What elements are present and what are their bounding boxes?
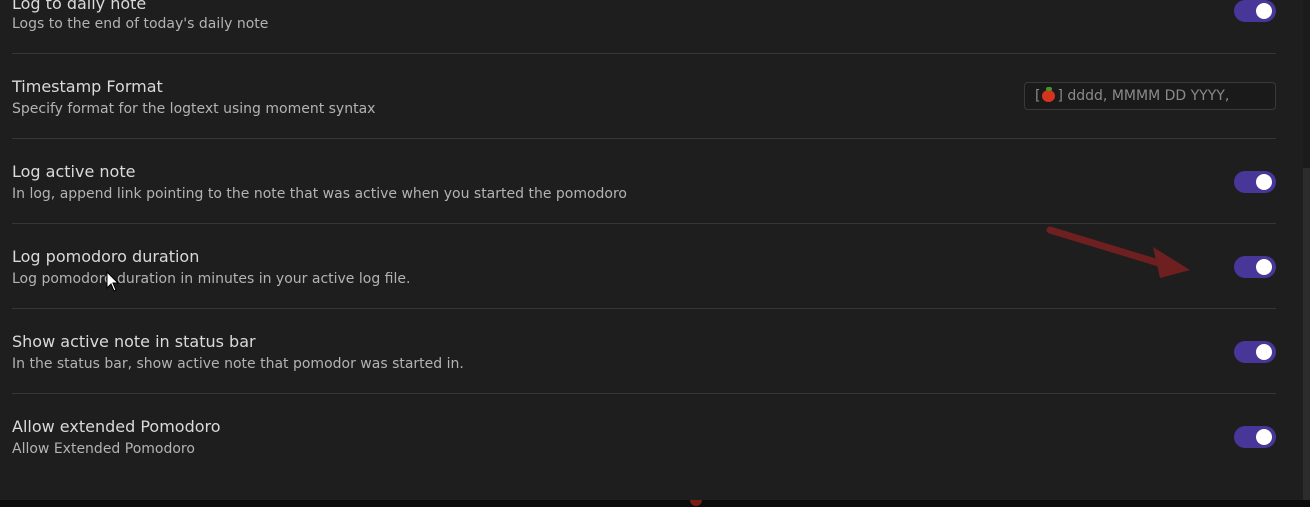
toggle-knob <box>1256 429 1272 445</box>
setting-name: Log active note <box>12 162 136 181</box>
setting-description: Logs to the end of today's daily note <box>12 16 269 32</box>
log-pomodoro-duration-toggle[interactable] <box>1234 256 1276 278</box>
setting-name: Timestamp Format <box>12 77 163 96</box>
allow-extended-pomodoro-toggle[interactable] <box>1234 426 1276 448</box>
setting-name: Allow extended Pomodoro <box>12 417 221 436</box>
setting-name: Show active note in status bar <box>12 332 256 351</box>
setting-description: Allow Extended Pomodoro <box>12 441 195 457</box>
setting-item-timestamp-format: Timestamp Format Specify format for the … <box>12 54 1276 139</box>
toggle-knob <box>1256 174 1272 190</box>
tomato-emoji-icon <box>1042 87 1056 102</box>
setting-description: In the status bar, show active note that… <box>12 356 464 372</box>
status-bar-strip <box>0 500 1310 507</box>
setting-item-log-to-daily-note: Log to daily note Logs to the end of tod… <box>12 0 1276 54</box>
setting-item-log-active-note: Log active note In log, append link poin… <box>12 139 1276 224</box>
toggle-knob <box>1256 3 1272 19</box>
toggle-knob <box>1256 344 1272 360</box>
timestamp-format-input[interactable]: [ ] dddd, MMMM DD YYYY, <box>1024 82 1276 110</box>
setting-description: In log, append link pointing to the note… <box>12 186 628 202</box>
tomato-icon <box>690 500 702 506</box>
mouse-pointer-icon <box>106 270 120 292</box>
log-active-note-toggle[interactable] <box>1234 171 1276 193</box>
setting-description: Log pomodoro duration in minutes in your… <box>12 271 411 287</box>
setting-description: Specify format for the logtext using mom… <box>12 101 376 117</box>
show-active-note-in-status-bar-toggle[interactable] <box>1234 341 1276 363</box>
toggle-knob <box>1256 259 1272 275</box>
setting-name: Log pomodoro duration <box>12 247 200 266</box>
setting-name: Log to daily note <box>12 0 147 13</box>
setting-item-show-active-note-in-status-bar: Show active note in status bar In the st… <box>12 309 1276 394</box>
timestamp-format-prefix: [ <box>1035 88 1041 104</box>
scrollbar-thumb[interactable] <box>1303 168 1310 500</box>
vertical-scrollbar[interactable] <box>1303 0 1310 500</box>
log-to-daily-note-toggle[interactable] <box>1234 0 1276 22</box>
status-bar-partial <box>690 500 714 507</box>
setting-item-allow-extended-pomodoro: Allow extended Pomodoro Allow Extended P… <box>12 394 1276 479</box>
timestamp-format-value: ] dddd, MMMM DD YYYY, <box>1057 88 1230 104</box>
arrow-pointing-right-icon <box>1046 226 1190 278</box>
